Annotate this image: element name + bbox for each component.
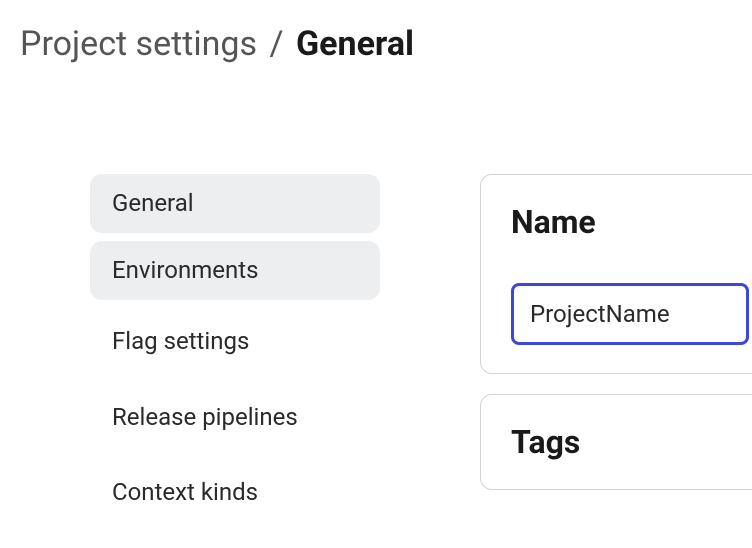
tags-card-title: Tags	[511, 423, 749, 461]
sidebar-item-general[interactable]: General	[90, 174, 380, 233]
sidebar-item-label: Context kinds	[112, 478, 258, 506]
breadcrumb-current: General	[296, 24, 414, 64]
main-panel: Name Tags	[480, 174, 752, 490]
name-card-title: Name	[511, 203, 749, 241]
sidebar-item-label: Environments	[112, 256, 258, 284]
sidebar-item-context-kinds[interactable]: Context kinds	[90, 459, 380, 526]
sidebar-item-label: Flag settings	[112, 327, 249, 355]
sidebar-item-label: Release pipelines	[112, 403, 298, 431]
sidebar-item-release-pipelines[interactable]: Release pipelines	[90, 384, 380, 451]
name-card: Name	[480, 174, 752, 374]
settings-sidebar: General Environments Flag settings Relea…	[90, 174, 380, 526]
project-name-input[interactable]	[511, 283, 749, 345]
tags-card: Tags	[480, 394, 752, 490]
breadcrumb-parent[interactable]: Project settings	[20, 24, 257, 64]
sidebar-item-environments[interactable]: Environments	[90, 241, 380, 300]
breadcrumb-separator: /	[270, 24, 284, 64]
sidebar-item-flag-settings[interactable]: Flag settings	[90, 308, 380, 375]
breadcrumb: Project settings / General	[0, 0, 752, 64]
sidebar-item-label: General	[112, 189, 194, 217]
